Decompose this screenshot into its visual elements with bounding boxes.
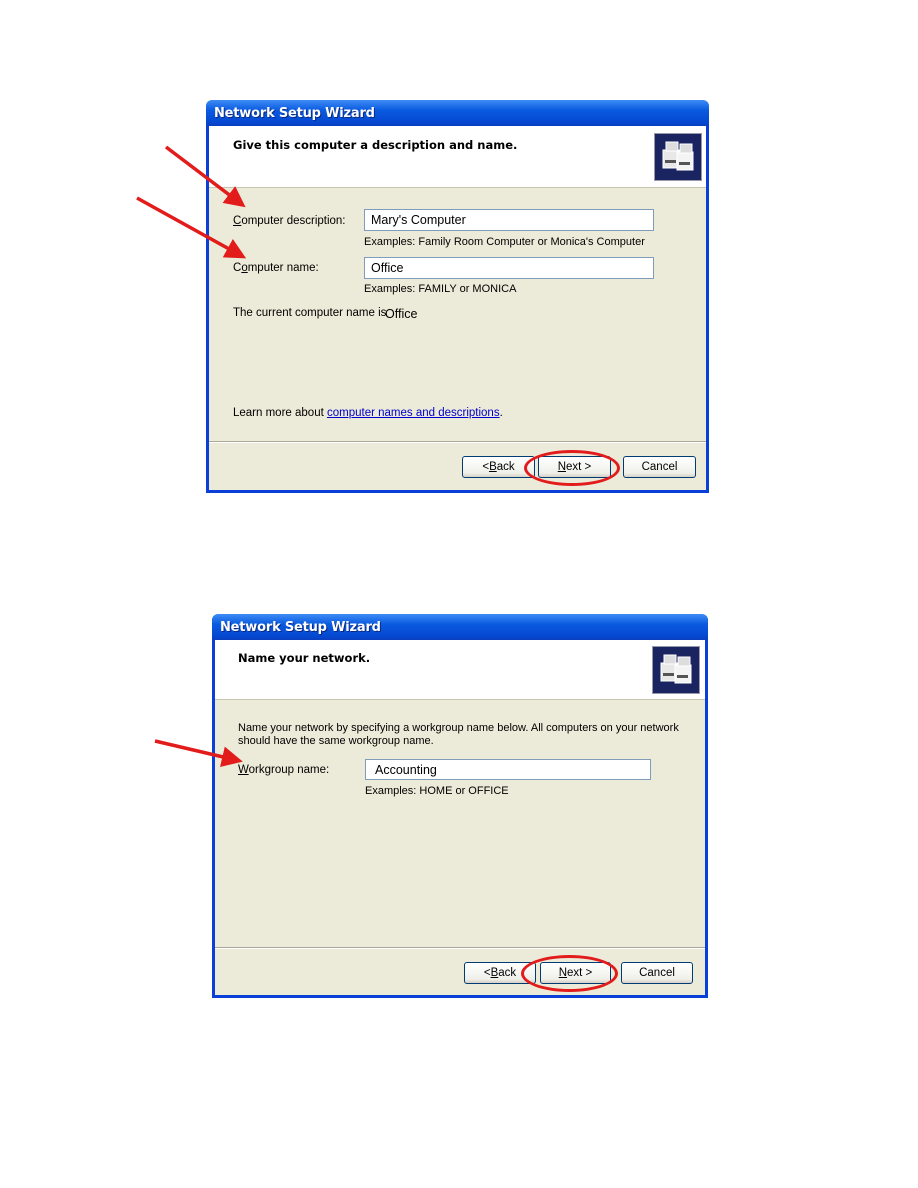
- title-bar[interactable]: Network Setup Wizard: [212, 614, 708, 640]
- computer-description-hint: Examples: Family Room Computer or Monica…: [364, 236, 645, 248]
- learn-more-text: Learn more about computer names and desc…: [233, 407, 503, 419]
- window-title: Network Setup Wizard: [220, 619, 381, 635]
- client-area: Give this computer a description and nam…: [209, 126, 706, 490]
- intro-text-line-2: should have the same workgroup name.: [238, 735, 434, 747]
- next-button[interactable]: Next >: [538, 456, 611, 478]
- header-title: Give this computer a description and nam…: [233, 138, 518, 152]
- workgroup-name-label: Workgroup name:: [238, 764, 330, 776]
- title-bar[interactable]: Network Setup Wizard: [206, 100, 709, 126]
- cancel-button[interactable]: Cancel: [623, 456, 696, 478]
- computer-name-input[interactable]: Office: [364, 257, 654, 279]
- window-title: Network Setup Wizard: [214, 105, 375, 121]
- computer-name-hint: Examples: FAMILY or MONICA: [364, 283, 517, 295]
- wizard-header: Give this computer a description and nam…: [209, 126, 706, 188]
- back-button[interactable]: < Back: [462, 456, 535, 478]
- network-setup-wizard-dialog-2: Network Setup Wizard Name your network. …: [212, 614, 708, 998]
- learn-more-link[interactable]: computer names and descriptions: [327, 407, 500, 419]
- computer-description-input[interactable]: Mary's Computer: [364, 209, 654, 231]
- footer-divider: [215, 947, 705, 949]
- workgroup-name-hint: Examples: HOME or OFFICE: [365, 785, 509, 797]
- wizard-header: Name your network.: [215, 640, 705, 700]
- intro-text-line-1: Name your network by specifying a workgr…: [238, 722, 679, 734]
- back-button[interactable]: < Back: [464, 962, 536, 984]
- current-name-label: The current computer name is: [233, 307, 387, 319]
- network-computers-icon: [654, 133, 702, 181]
- header-title: Name your network.: [238, 651, 371, 665]
- cancel-button[interactable]: Cancel: [621, 962, 693, 984]
- current-name-value: Office: [385, 307, 418, 321]
- footer-divider: [209, 441, 706, 443]
- client-area: Name your network. Name your network by …: [215, 640, 705, 995]
- network-setup-wizard-dialog-1: Network Setup Wizard Give this computer …: [206, 100, 709, 493]
- computer-description-label: Computer description:: [233, 215, 346, 227]
- workgroup-name-input[interactable]: Accounting: [365, 759, 651, 780]
- network-computers-icon: [652, 646, 700, 694]
- computer-name-label: Computer name:: [233, 262, 319, 274]
- next-button[interactable]: Next >: [540, 962, 611, 984]
